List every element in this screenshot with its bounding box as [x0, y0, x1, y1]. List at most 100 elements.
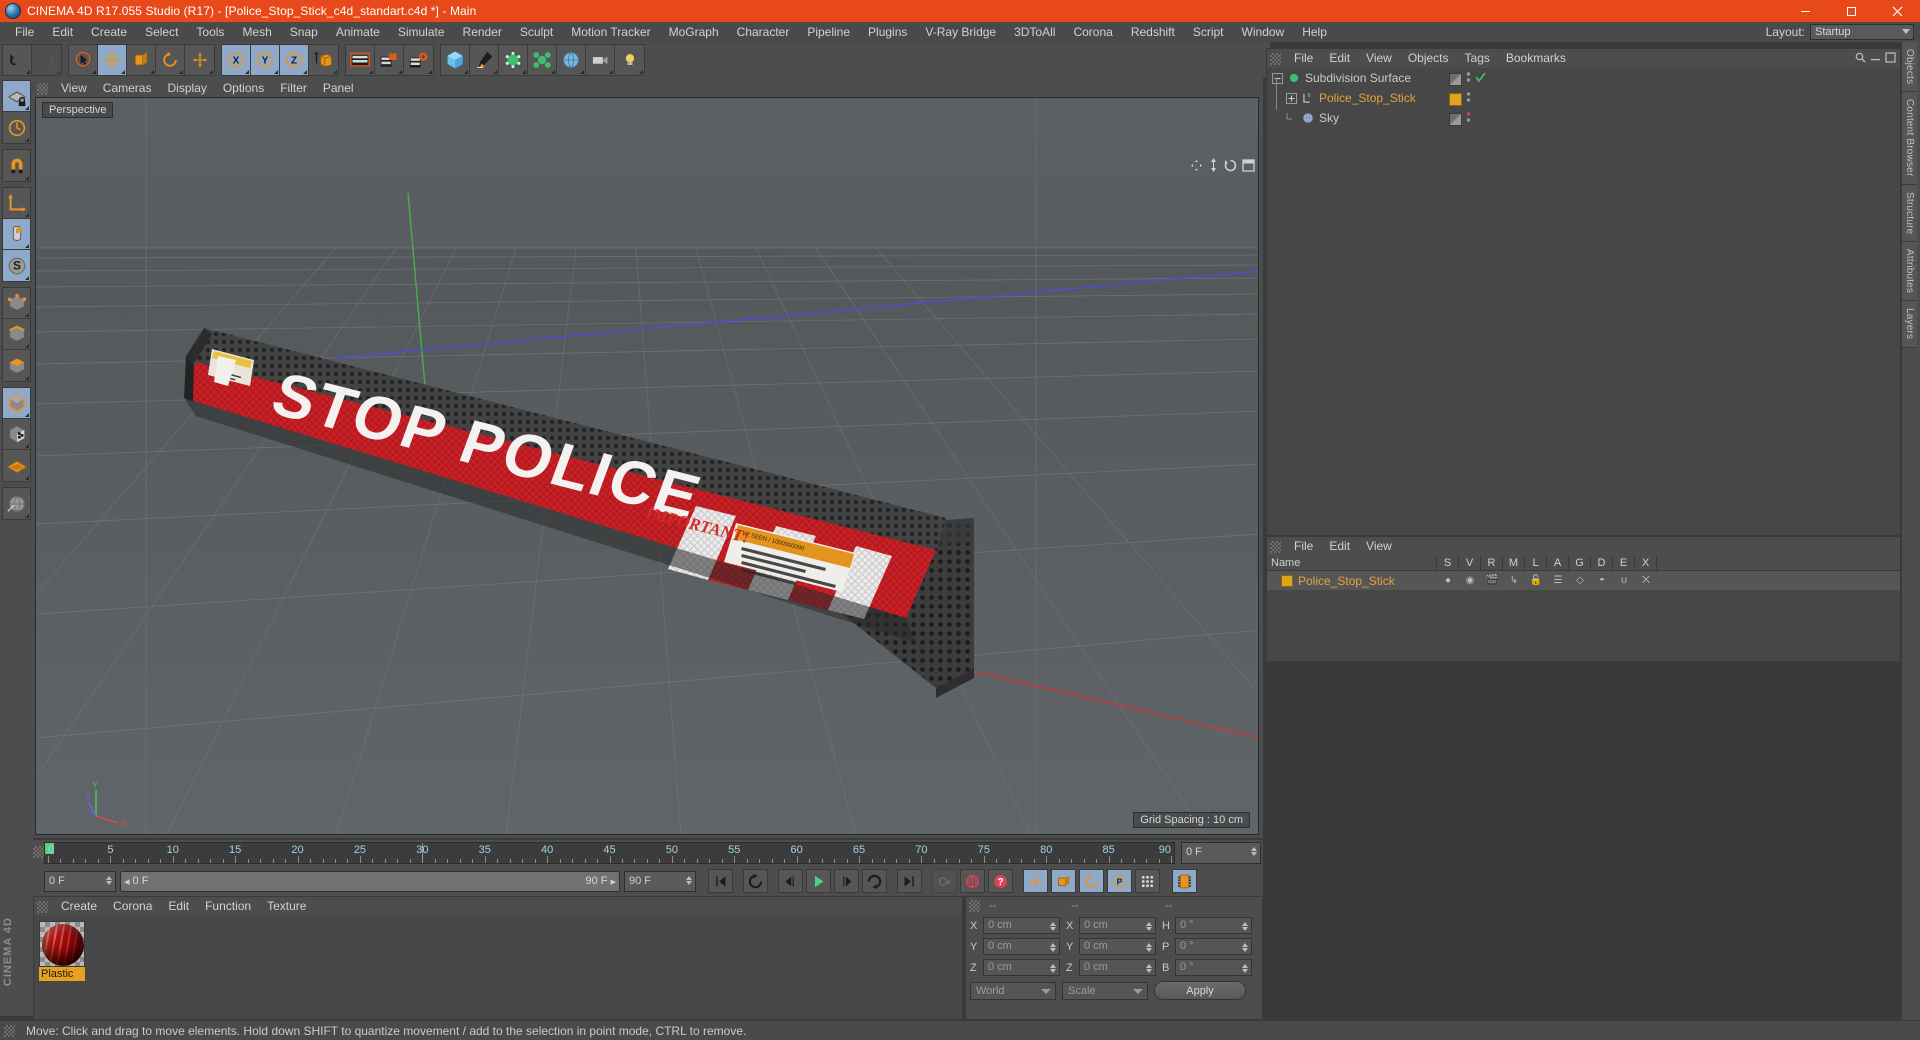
dropdown-corner-icon[interactable]	[274, 70, 278, 74]
add-light-button[interactable]	[615, 45, 644, 75]
next-frame-button[interactable]	[834, 869, 859, 893]
play-button[interactable]	[806, 869, 831, 893]
render-view-button[interactable]	[346, 45, 375, 75]
rotation-key-button[interactable]	[1079, 869, 1104, 893]
close-button[interactable]	[1874, 0, 1920, 22]
dropdown-corner-icon[interactable]	[25, 344, 29, 348]
zoom-icon[interactable]	[1208, 158, 1219, 175]
viewport-menu-view[interactable]: View	[53, 80, 95, 97]
point-mode-button[interactable]	[3, 288, 30, 319]
visibility-dots-icon[interactable]	[1466, 111, 1471, 127]
lock-x-button[interactable]: X	[222, 45, 251, 75]
dropdown-corner-icon[interactable]	[25, 276, 29, 280]
panel-grip-icon[interactable]	[969, 899, 980, 912]
add-deformer-button[interactable]	[528, 45, 557, 75]
right-tab-attributes[interactable]: Attributes	[1902, 242, 1917, 302]
layout-dropdown[interactable]: Startup	[1810, 24, 1914, 40]
hierarchy-icon[interactable]: ↳	[1503, 575, 1525, 586]
points-mode-button[interactable]	[3, 450, 30, 481]
objmgr-menu-bookmarks[interactable]: Bookmarks	[1498, 49, 1574, 68]
matmgr-menu-edit[interactable]: Edit	[160, 897, 197, 916]
end-frame-field[interactable]: 90 F	[624, 870, 696, 892]
minimize-button[interactable]	[1782, 0, 1828, 22]
coordinate-system-dropdown[interactable]: World	[970, 981, 1056, 1000]
dropdown-corner-icon[interactable]	[121, 70, 125, 74]
subdivision-surface-icon[interactable]	[1287, 71, 1301, 85]
range-right-arrow-icon[interactable]: ▸	[610, 875, 616, 888]
coord-field-position-0[interactable]: 0 cm	[983, 917, 1060, 934]
play-forwards-button[interactable]	[862, 869, 887, 893]
render-clapper-icon[interactable]: 🎬	[1481, 575, 1503, 586]
attr-col-l[interactable]: L	[1525, 556, 1547, 570]
menu-item-redshift[interactable]: Redshift	[1122, 22, 1184, 42]
menu-item-mesh[interactable]: Mesh	[233, 22, 280, 42]
spinner-icon[interactable]	[106, 875, 112, 885]
panel-grip-icon[interactable]	[37, 82, 48, 95]
panel-grip-icon[interactable]	[4, 1024, 15, 1037]
rotate-icon[interactable]	[1224, 159, 1237, 175]
checker-tag-icon[interactable]	[1449, 72, 1462, 86]
dropdown-corner-icon[interactable]	[609, 70, 613, 74]
coord-field-position-2[interactable]: 0 cm	[983, 959, 1060, 976]
spinner-icon[interactable]	[1050, 922, 1056, 931]
panel-grip-icon[interactable]	[1270, 52, 1281, 65]
spinner-icon[interactable]	[1242, 964, 1248, 973]
dropdown-corner-icon[interactable]	[464, 70, 468, 74]
record-keyframe-button[interactable]	[932, 869, 957, 893]
current-frame-field[interactable]: 0 F	[44, 870, 116, 892]
attr-col-g[interactable]: G	[1569, 556, 1591, 570]
quantize-button[interactable]	[3, 112, 30, 143]
dropdown-corner-icon[interactable]	[209, 70, 213, 74]
viewport-3d[interactable]: Perspective Grid Spacing : 10 cm STOP PO…	[35, 97, 1259, 835]
coord-field-size-0[interactable]: 0 cm	[1079, 917, 1156, 934]
dropdown-corner-icon[interactable]	[639, 70, 643, 74]
coord-field-position-1[interactable]: 0 cm	[983, 938, 1060, 955]
panel-maximize-icon[interactable]	[1885, 51, 1896, 66]
viewport-solo-button[interactable]	[3, 219, 30, 250]
menu-item-snap[interactable]: Snap	[281, 22, 327, 42]
scale-tool-button[interactable]	[127, 45, 156, 75]
material-list[interactable]: Plastic	[34, 916, 962, 1019]
coord-field-size-2[interactable]: 0 cm	[1079, 959, 1156, 976]
dropdown-corner-icon[interactable]	[25, 376, 29, 380]
matmgr-menu-create[interactable]: Create	[53, 897, 105, 916]
visibility-eye-icon[interactable]: ◉	[1459, 575, 1481, 586]
menu-item-corona[interactable]: Corona	[1064, 22, 1121, 42]
render-settings-button[interactable]	[404, 45, 433, 75]
visibility-dots-icon[interactable]	[1466, 71, 1471, 87]
play-backwards-button[interactable]	[743, 869, 768, 893]
expander-minus-icon[interactable]	[1271, 72, 1284, 85]
param-key-button[interactable]: P	[1107, 869, 1132, 893]
material-tag-icon[interactable]	[1281, 574, 1293, 587]
dropdown-corner-icon[interactable]	[25, 244, 29, 248]
polygon-mode-button[interactable]	[3, 350, 30, 381]
viewport-menu-options[interactable]: Options	[215, 80, 272, 97]
layers-icon[interactable]: ☰	[1547, 575, 1569, 586]
unlock-icon[interactable]: 🔓	[1525, 575, 1547, 586]
dropdown-corner-icon[interactable]	[25, 476, 29, 480]
menu-item-script[interactable]: Script	[1184, 22, 1233, 42]
pla-key-button[interactable]	[1135, 869, 1160, 893]
object-row[interactable]: 0 Police_Stop_Stick	[1267, 88, 1900, 108]
panel-grip-icon[interactable]	[33, 846, 44, 858]
viewport-menu-filter[interactable]: Filter	[272, 80, 315, 97]
search-icon[interactable]	[1855, 52, 1866, 66]
viewport-mode-button[interactable]	[3, 488, 30, 519]
material-preview[interactable]	[39, 921, 85, 967]
lock-z-button[interactable]: Z	[280, 45, 309, 75]
attr-col-m[interactable]: M	[1503, 556, 1525, 570]
dropdown-corner-icon[interactable]	[150, 70, 154, 74]
dropdown-corner-icon[interactable]	[428, 70, 432, 74]
menu-item-motion-tracker[interactable]: Motion Tracker	[562, 22, 659, 42]
add-environment-button[interactable]	[557, 45, 586, 75]
expander-plus-icon[interactable]	[1285, 92, 1298, 105]
snap-settings-button[interactable]: S	[3, 250, 30, 281]
coord-field-size-1[interactable]: 0 cm	[1079, 938, 1156, 955]
lock-y-button[interactable]: Y	[251, 45, 280, 75]
rotate-tool-button[interactable]	[156, 45, 185, 75]
menu-item-sculpt[interactable]: Sculpt	[511, 22, 562, 42]
object-row[interactable]: Subdivision Surface	[1267, 68, 1900, 88]
spinner-icon[interactable]	[1146, 922, 1152, 931]
right-tab-layers[interactable]: Layers	[1902, 301, 1917, 348]
viewport-menu-cameras[interactable]: Cameras	[95, 80, 160, 97]
